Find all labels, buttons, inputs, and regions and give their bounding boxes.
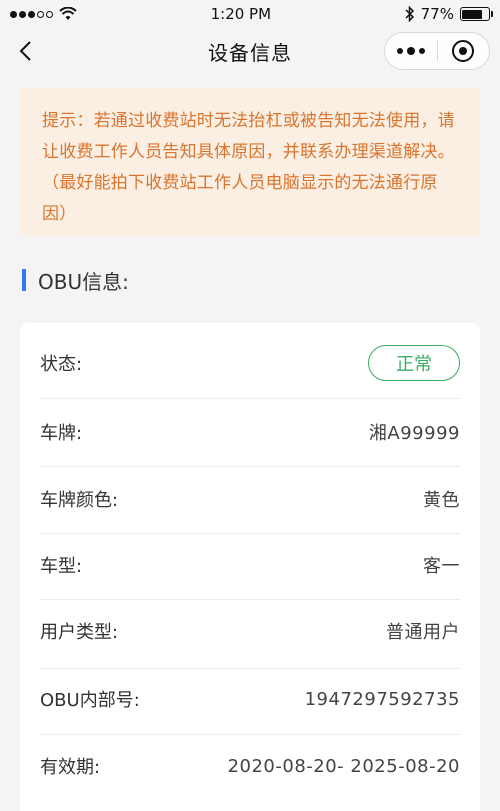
section-accent-bar bbox=[22, 269, 26, 291]
user-type-value: 普通用户 bbox=[386, 622, 460, 643]
bluetooth-icon bbox=[405, 6, 414, 22]
divider bbox=[40, 599, 460, 600]
more-dots-icon[interactable] bbox=[385, 33, 437, 69]
info-row-user-type: 用户类型: 普通用户 bbox=[40, 616, 460, 646]
battery-fill bbox=[462, 9, 482, 19]
validity-value: 2020-08-20- 2025-08-20 bbox=[227, 755, 460, 777]
battery-percent: 77% bbox=[420, 5, 454, 23]
info-row-validity: 有效期: 2020-08-20- 2025-08-20 bbox=[40, 751, 460, 781]
section-header: OBU信息: bbox=[22, 262, 129, 298]
info-row-plate-color: 车牌颜色: 黄色 bbox=[40, 484, 460, 514]
divider bbox=[40, 466, 460, 467]
battery-icon bbox=[459, 7, 493, 21]
plate-label: 车牌: bbox=[40, 423, 83, 444]
status-right: 77% bbox=[405, 5, 493, 23]
status-label: 状态: bbox=[40, 354, 83, 375]
plate-color-value: 黄色 bbox=[423, 490, 460, 511]
validity-label: 有效期: bbox=[40, 757, 101, 778]
info-row-plate: 车牌: 湘A99999 bbox=[40, 417, 460, 447]
divider bbox=[40, 533, 460, 534]
notice-box: 提示：若通过收费站时无法抬杠或被告知无法使用，请让收费工作人员告知具体原因，并联… bbox=[20, 88, 480, 236]
page-title: 设备信息 bbox=[208, 40, 292, 65]
obu-info-card: 状态: 正常 车牌: 湘A99999 车牌颜色: 黄色 车型: 客一 用户类型:… bbox=[20, 323, 480, 811]
divider bbox=[40, 398, 460, 399]
close-target-icon[interactable] bbox=[438, 33, 489, 69]
divider bbox=[40, 668, 460, 669]
nav-bar: 设备信息 bbox=[0, 28, 500, 74]
obu-id-label: OBU内部号: bbox=[40, 690, 140, 711]
vehicle-type-value: 客一 bbox=[423, 556, 460, 577]
status-badge: 正常 bbox=[368, 345, 460, 381]
back-chevron-icon[interactable] bbox=[12, 36, 42, 66]
wifi-icon bbox=[59, 7, 77, 20]
vehicle-type-label: 车型: bbox=[40, 556, 83, 577]
obu-id-value: 1947297592735 bbox=[304, 688, 460, 710]
info-row-vehicle-type: 车型: 客一 bbox=[40, 550, 460, 580]
divider bbox=[40, 734, 460, 735]
plate-color-label: 车牌颜色: bbox=[40, 490, 119, 511]
user-type-label: 用户类型: bbox=[40, 622, 119, 643]
status-bar: 1:20 PM 77% bbox=[0, 0, 500, 28]
signal-dots-icon bbox=[10, 10, 53, 18]
mini-program-capsule bbox=[384, 32, 490, 70]
status-left bbox=[10, 7, 77, 21]
info-row-status: 状态: 正常 bbox=[40, 345, 460, 381]
section-title: OBU信息: bbox=[38, 269, 129, 294]
status-time: 1:20 PM bbox=[210, 5, 272, 23]
plate-value: 湘A99999 bbox=[368, 423, 460, 444]
info-row-obu-id: OBU内部号: 1947297592735 bbox=[40, 684, 460, 714]
